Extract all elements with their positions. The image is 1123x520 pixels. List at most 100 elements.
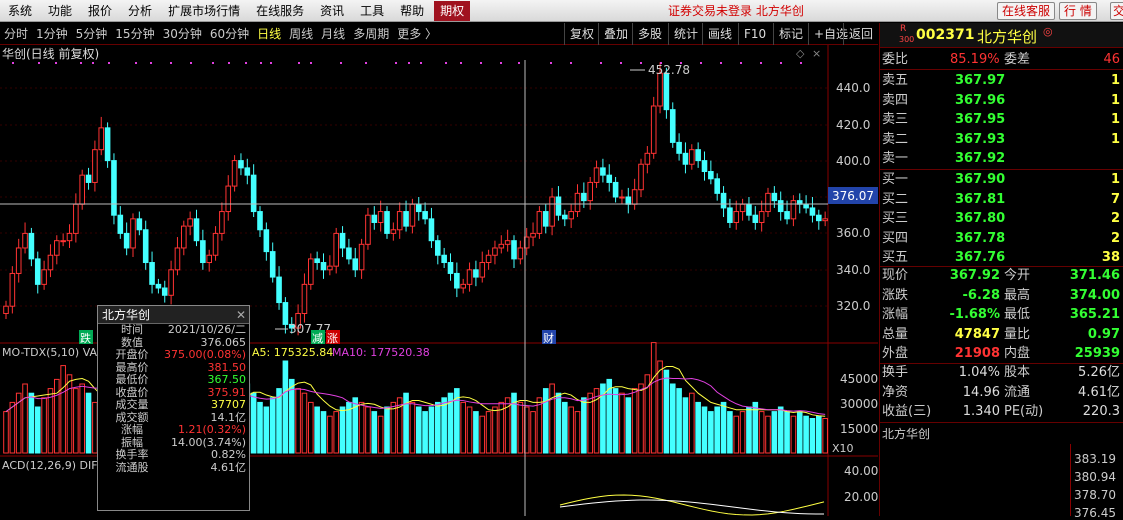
ask-label: 卖三 bbox=[882, 112, 909, 127]
menu-extended-market[interactable]: 扩展市场行情 bbox=[160, 0, 248, 22]
candle-body bbox=[415, 203, 422, 213]
candle-body bbox=[250, 174, 257, 213]
menu-bar: 系统 功能 报价 分析 扩展市场行情 在线服务 资讯 工具 帮助 期权 证券交易… bbox=[0, 0, 1123, 22]
candle-body bbox=[333, 232, 339, 267]
menu-system[interactable]: 系统 bbox=[0, 0, 40, 22]
ask-label: 卖五 bbox=[882, 73, 909, 88]
menu-function[interactable]: 功能 bbox=[40, 0, 80, 22]
candle-body bbox=[809, 207, 816, 216]
candle-body bbox=[168, 269, 174, 296]
menu-news[interactable]: 资讯 bbox=[312, 0, 352, 22]
candle-body bbox=[784, 211, 790, 220]
tool-stats[interactable]: 统计 bbox=[668, 23, 703, 45]
login-notice: 证券交易未登录 北方华创 bbox=[668, 4, 804, 18]
candle-body bbox=[377, 211, 384, 223]
tooltip-key: 涨幅 bbox=[121, 423, 143, 436]
volume-bar bbox=[66, 374, 73, 454]
period-15min[interactable]: 15分钟 bbox=[111, 25, 158, 42]
ask-volume: 1 bbox=[1110, 73, 1120, 88]
candle-body bbox=[530, 232, 536, 238]
signal-dot bbox=[570, 62, 572, 64]
candle-body bbox=[676, 141, 682, 154]
candle-body bbox=[454, 272, 460, 289]
period-daily[interactable]: 日线 bbox=[253, 25, 285, 42]
volume-bar bbox=[377, 415, 384, 454]
chart-close-icon[interactable]: × bbox=[812, 47, 821, 60]
candle-body bbox=[638, 163, 644, 191]
price-tick-420: 420.0 bbox=[836, 118, 870, 132]
ask-label: 卖一 bbox=[882, 151, 909, 166]
tool-adjust[interactable]: 复权 bbox=[564, 23, 599, 45]
macd-tick-40: 40.00 bbox=[844, 464, 878, 478]
period-more[interactable]: 更多 〉 bbox=[393, 25, 441, 42]
period-5min[interactable]: 5分钟 bbox=[72, 25, 112, 42]
period-monthly[interactable]: 月线 bbox=[317, 25, 349, 42]
candle-body bbox=[73, 203, 79, 234]
online-service-button[interactable]: 在线客服 bbox=[997, 2, 1056, 20]
tool-overlay[interactable]: 叠加 bbox=[598, 23, 633, 45]
macd-dif-line bbox=[559, 494, 825, 516]
period-1min[interactable]: 1分钟 bbox=[32, 25, 72, 42]
volume-bar bbox=[333, 411, 339, 454]
menu-help[interactable]: 帮助 bbox=[392, 0, 432, 22]
period-toolbar: 分时 1分钟 5分钟 15分钟 30分钟 60分钟 日线 周线 月线 多周期 更… bbox=[0, 23, 878, 45]
panel-divider bbox=[880, 69, 1123, 70]
period-multi[interactable]: 多周期 bbox=[349, 25, 393, 42]
tooltip-row: 成交量 37707 bbox=[98, 398, 249, 412]
ask-price: 367.92 bbox=[955, 151, 1006, 166]
tooltip-close-icon[interactable]: ✕ bbox=[236, 306, 246, 324]
tooltip-value: 2021/10/26/二 bbox=[167, 323, 246, 336]
candle-body bbox=[390, 229, 397, 234]
tool-draw[interactable]: 画线 bbox=[702, 23, 737, 45]
menu-online-service[interactable]: 在线服务 bbox=[248, 0, 312, 22]
tool-mark[interactable]: 标记 bbox=[773, 23, 808, 45]
tooltip-key: 时间 bbox=[121, 323, 143, 336]
tooltip-value: 0.82% bbox=[211, 448, 246, 461]
candle-body bbox=[517, 247, 524, 260]
mini-intraday-chart[interactable]: 383.19 380.94 378.70 376.45 bbox=[880, 444, 1123, 520]
tooltip-value: 37707 bbox=[211, 398, 246, 411]
tool-f10[interactable]: F10 bbox=[738, 23, 771, 45]
ask-row: 卖二 367.93 1 bbox=[880, 130, 1123, 149]
volume-bar bbox=[701, 406, 708, 454]
tool-multi-stock[interactable]: 多股 bbox=[632, 23, 667, 45]
mini-price-tick: 380.94 bbox=[1074, 470, 1116, 484]
bid-volume: 7 bbox=[1110, 191, 1120, 207]
ask-row: 卖五 367.97 1 bbox=[880, 71, 1123, 90]
menu-tools[interactable]: 工具 bbox=[352, 0, 392, 22]
period-30min[interactable]: 30分钟 bbox=[159, 25, 206, 42]
candle-body bbox=[422, 211, 428, 220]
candle-body bbox=[701, 160, 708, 173]
period-tick[interactable]: 分时 bbox=[0, 25, 32, 42]
signal-dot bbox=[395, 62, 397, 64]
candle-body bbox=[174, 247, 181, 271]
ask-price: 367.96 bbox=[955, 92, 1006, 108]
volume-bar bbox=[466, 406, 473, 454]
tooltip-row: 换手率 0.82% bbox=[98, 448, 249, 462]
candle-body bbox=[181, 225, 187, 249]
volume-bar bbox=[733, 415, 740, 454]
bid-price: 367.76 bbox=[955, 250, 1006, 265]
volume-bar bbox=[790, 415, 797, 454]
fundamental-value: 14.96 bbox=[962, 384, 1000, 400]
period-weekly[interactable]: 周线 bbox=[285, 25, 317, 42]
signal-dot bbox=[170, 62, 172, 64]
volume-bar bbox=[47, 388, 54, 454]
menu-options[interactable]: 期权 bbox=[434, 0, 471, 21]
candle-body bbox=[542, 211, 549, 227]
candle-body bbox=[650, 105, 657, 154]
volume-bar bbox=[327, 415, 333, 454]
trade-button[interactable]: 交 bbox=[1110, 2, 1123, 20]
mini-price-tick: 376.45 bbox=[1074, 506, 1116, 520]
bid-volume: 2 bbox=[1110, 230, 1120, 246]
period-60min[interactable]: 60分钟 bbox=[206, 25, 253, 42]
volume-bar bbox=[708, 411, 714, 454]
candle-body bbox=[441, 254, 447, 264]
stat-value: -6.28 bbox=[962, 287, 1000, 303]
tool-back[interactable]: 返回 bbox=[843, 23, 878, 45]
menu-quote[interactable]: 报价 bbox=[80, 0, 120, 22]
quote-button[interactable]: 行 情 bbox=[1059, 2, 1097, 20]
menu-analysis[interactable]: 分析 bbox=[120, 0, 160, 22]
candle-body bbox=[574, 192, 581, 213]
chart-diamond-icon[interactable]: ◇ bbox=[796, 47, 805, 60]
